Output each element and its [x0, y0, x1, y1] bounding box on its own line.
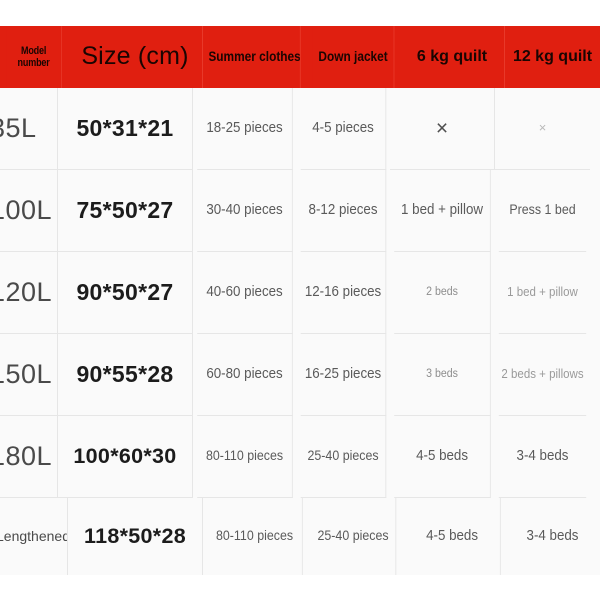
cell-size: 75*50*27 — [58, 170, 193, 252]
cell-summer-clothes: 80-110 pieces — [197, 416, 293, 498]
cell-model-number: Lengthened — [0, 498, 68, 575]
cell-model-number: 150L — [0, 334, 58, 416]
cell-12kg-quilt: × — [495, 88, 590, 170]
cell-12kg-quilt: Press 1 bed — [498, 170, 587, 252]
cell-12kg-quilt: 3-4 beds — [498, 416, 587, 498]
cell-12kg-quilt: 3-4 beds — [508, 498, 597, 575]
cell-size: 118*50*28 — [68, 498, 203, 575]
cell-size: 50*31*21 — [58, 88, 193, 170]
cell-12kg-quilt: 1 bed + pillow — [498, 252, 587, 334]
cell-model-number: 100L — [0, 170, 58, 252]
table-row: 35L 50*31*21 18-25 pieces 4-5 pieces × × — [0, 88, 600, 170]
cell-summer-clothes: 80-110 pieces — [207, 498, 303, 575]
column-header-summer-clothes: Summer clothes — [209, 26, 301, 88]
cell-6kg-quilt: 2 beds — [394, 252, 491, 334]
cell-down-jacket: 25-40 pieces — [310, 498, 397, 575]
cell-model-number: 120L — [0, 252, 58, 334]
table-row: 180L 100*60*30 80-110 pieces 25-40 piece… — [0, 416, 600, 498]
cell-summer-clothes: 18-25 pieces — [197, 88, 293, 170]
cell-model-number: 180L — [0, 416, 58, 498]
table-row: 100L 75*50*27 30-40 pieces 8-12 pieces 1… — [0, 170, 600, 252]
cell-model-number: 35L — [0, 88, 58, 170]
column-header-model-number: Model number — [6, 26, 62, 88]
cell-down-jacket: 12-16 pieces — [300, 252, 387, 334]
cell-size: 100*60*30 — [58, 416, 193, 498]
cell-6kg-quilt: × — [390, 88, 495, 170]
cell-down-jacket: 8-12 pieces — [300, 170, 387, 252]
cell-6kg-quilt: 3 beds — [394, 334, 491, 416]
cell-6kg-quilt: 1 bed + pillow — [394, 170, 491, 252]
table-row: 120L 90*50*27 40-60 pieces 12-16 pieces … — [0, 252, 600, 334]
cell-summer-clothes: 40-60 pieces — [197, 252, 293, 334]
column-header-6kg-quilt: 6 kg quilt — [400, 26, 505, 88]
table-header-row: Model number Size (cm) Summer clothes Do… — [0, 26, 600, 88]
cell-size: 90*55*28 — [58, 334, 193, 416]
spec-table-wrapper: Model number Size (cm) Summer clothes Do… — [0, 26, 600, 575]
cell-6kg-quilt: 4-5 beds — [394, 416, 491, 498]
table-row: Lengthened 118*50*28 80-110 pieces 25-40… — [0, 498, 600, 575]
cell-size: 90*50*27 — [58, 252, 193, 334]
table-row: 150L 90*55*28 60-80 pieces 16-25 pieces … — [0, 334, 600, 416]
column-header-size: Size (cm) — [68, 26, 203, 88]
storage-bag-size-spec-table: Model number Size (cm) Summer clothes Do… — [0, 0, 600, 600]
cell-summer-clothes: 60-80 pieces — [197, 334, 293, 416]
cell-summer-clothes: 30-40 pieces — [197, 170, 293, 252]
cell-down-jacket: 4-5 pieces — [300, 88, 387, 170]
column-header-down-jacket: Down jacket — [312, 26, 395, 88]
cell-down-jacket: 25-40 pieces — [300, 416, 387, 498]
column-header-12kg-quilt: 12 kg quilt — [505, 26, 600, 88]
cell-down-jacket: 16-25 pieces — [300, 334, 387, 416]
cell-12kg-quilt: 2 beds + pillows — [498, 334, 587, 416]
cell-6kg-quilt: 4-5 beds — [404, 498, 501, 575]
